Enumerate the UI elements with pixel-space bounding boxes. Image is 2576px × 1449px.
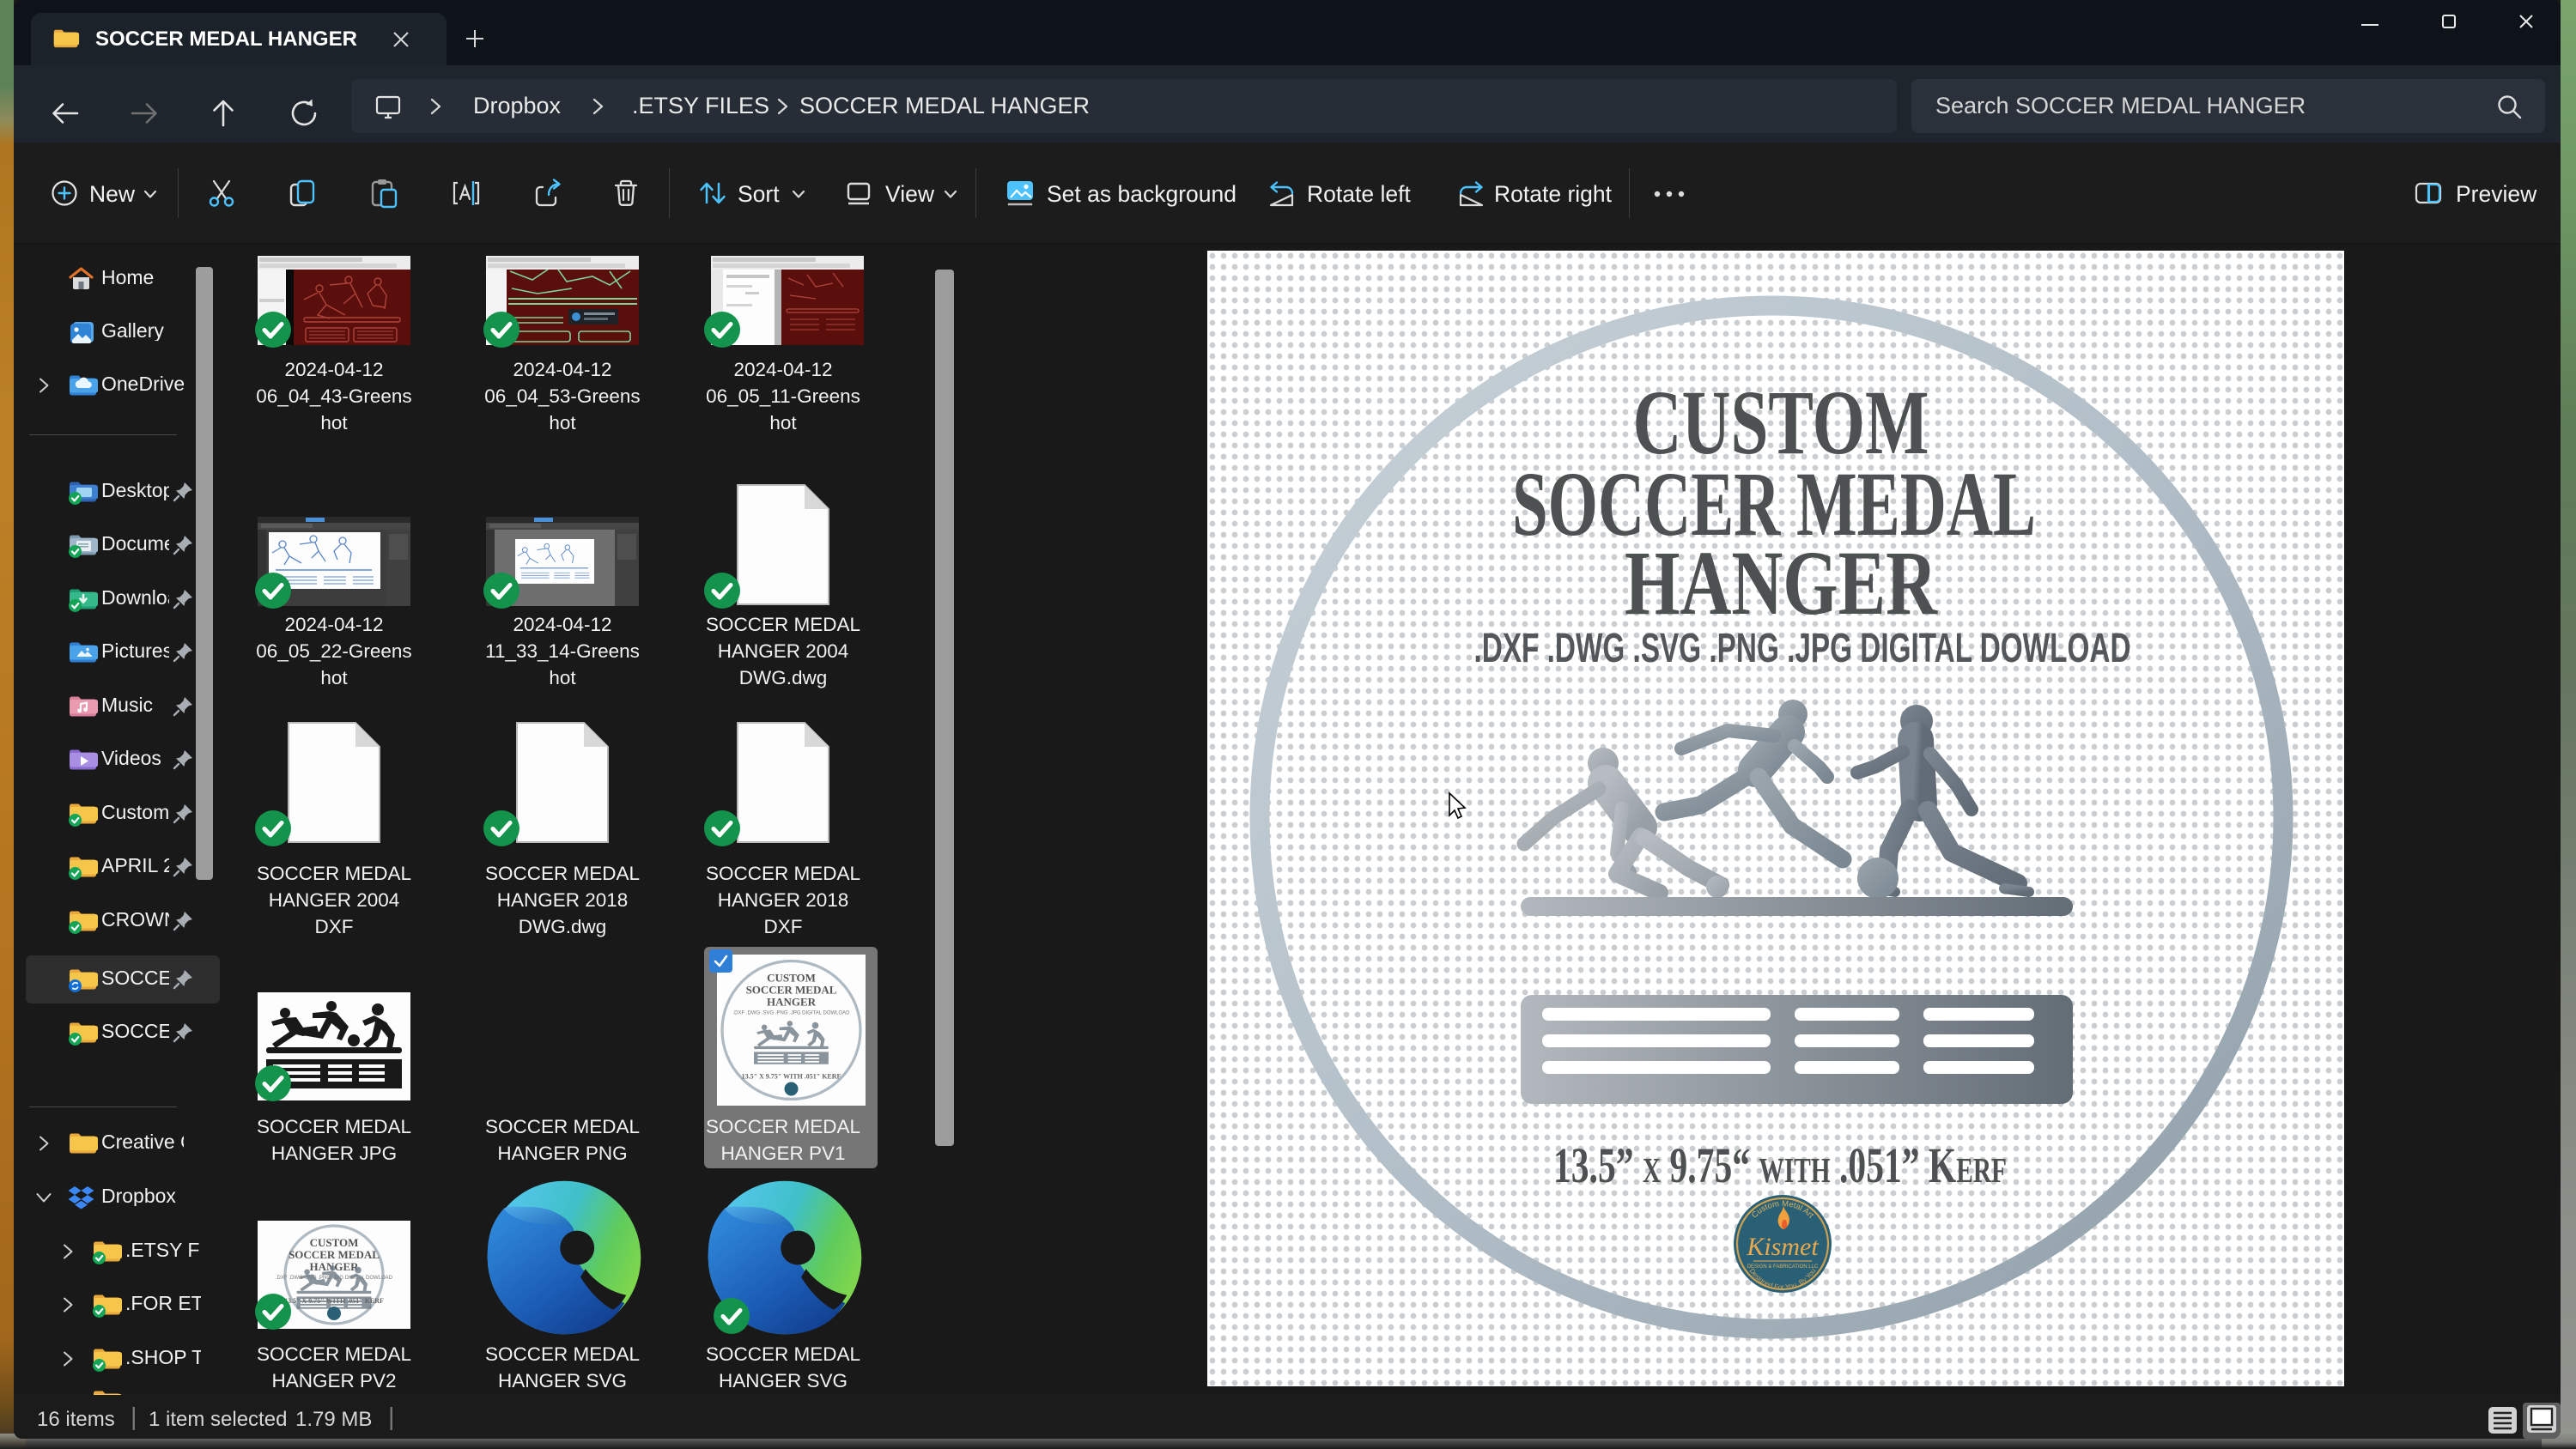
svg-text:CUSTOM: CUSTOM bbox=[767, 972, 816, 985]
svg-text:CUSTOM: CUSTOM bbox=[310, 1236, 359, 1249]
svg-text:DESIGN & FABRICATION LLC: DESIGN & FABRICATION LLC bbox=[1747, 1264, 1819, 1270]
svg-text:SOCCER MEDAL: SOCCER MEDAL bbox=[289, 1248, 380, 1261]
svg-text:Kismet: Kismet bbox=[1746, 1233, 1819, 1261]
svg-text:.DXF .DWG .SVG .PNG .JPG DIGIT: .DXF .DWG .SVG .PNG .JPG DIGITAL DOWLOAD bbox=[732, 1011, 850, 1016]
svg-text:HANGER: HANGER bbox=[767, 996, 817, 1009]
svg-text:13.5" X 9.75" WITH .051" KERF: 13.5" X 9.75" WITH .051" KERF bbox=[742, 1073, 841, 1081]
svg-text:.DXF .DWG .SVG .PNG .JPG DIGIT: .DXF .DWG .SVG .PNG .JPG DIGITAL DOWLOAD bbox=[1474, 626, 2131, 671]
svg-text:HANGER: HANGER bbox=[1625, 533, 1938, 634]
svg-text:13.5” x 9.75“ with .051” Kerf: 13.5” x 9.75“ with .051” Kerf bbox=[1553, 1137, 2007, 1193]
svg-text:13.5" X 9.75" WITH .051" KERF: 13.5" X 9.75" WITH .051" KERF bbox=[284, 1297, 384, 1305]
svg-text:SOCCER MEDAL: SOCCER MEDAL bbox=[746, 984, 837, 997]
